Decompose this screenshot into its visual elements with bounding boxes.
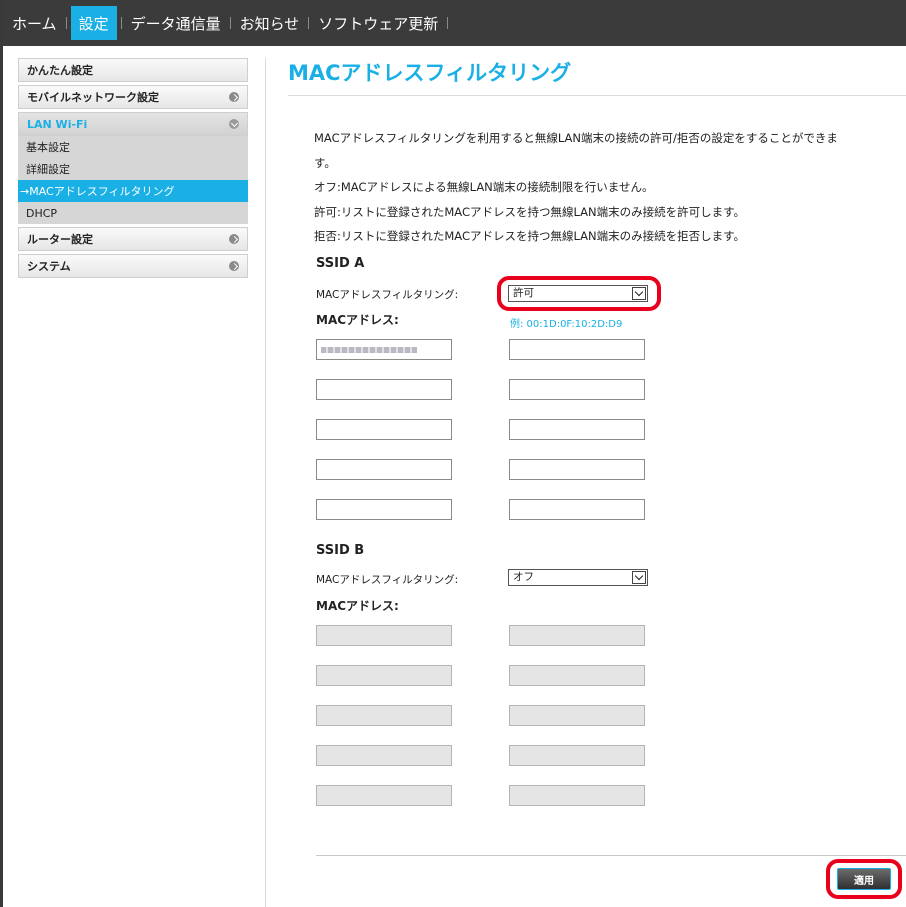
sidebar-divider	[265, 58, 266, 907]
ssid-a-mac-field[interactable]	[509, 339, 645, 360]
ssid-a-mac-field[interactable]	[316, 419, 452, 440]
ssid-a-mac-field[interactable]	[509, 459, 645, 480]
main-content: MACアドレスフィルタリング	[288, 58, 898, 88]
sidebar-item-label: モバイルネットワーク設定	[27, 91, 159, 104]
sidebar: かんたん設定 モバイルネットワーク設定 LAN Wi-Fi 基本設定 詳細設定 …	[18, 58, 248, 281]
ssid-b-mac-field	[509, 785, 645, 806]
ssid-b-mac-label: MACアドレス:	[316, 599, 399, 613]
mac-example-hint: 例: 00:1D:0F:10:2D:D9	[510, 319, 623, 330]
chevron-down-icon	[632, 571, 646, 584]
page-title: MACアドレスフィルタリング	[288, 61, 572, 85]
ssid-b-filter-select[interactable]: オフ	[508, 569, 648, 586]
sidebar-subitem-basic[interactable]: 基本設定	[18, 136, 248, 158]
sidebar-subitem-dhcp[interactable]: DHCP	[18, 202, 248, 224]
ssid-a-mac-label: MACアドレス:	[316, 313, 399, 327]
chevron-right-icon	[229, 92, 239, 102]
ssid-b-mac-field	[316, 665, 452, 686]
select-value: オフ	[513, 571, 534, 583]
sidebar-subitem-detail[interactable]: 詳細設定	[18, 158, 248, 180]
select-value: 許可	[513, 287, 534, 299]
ssid-b-mac-field	[316, 785, 452, 806]
description-line: 許可:リストに登録されたMACアドレスを持つ無線LAN端末のみ接続を許可します。	[314, 204, 745, 219]
nav-home[interactable]: ホーム	[3, 6, 66, 40]
ssid-a-filter-select[interactable]: 許可	[508, 285, 648, 302]
ssid-b-mac-field	[509, 665, 645, 686]
sidebar-group-lan-wifi: LAN Wi-Fi 基本設定 詳細設定 →MACアドレスフィルタリング DHCP	[18, 112, 248, 224]
chevron-down-icon	[229, 119, 239, 129]
ssid-a-mac-field[interactable]	[316, 339, 452, 360]
nav-notices[interactable]: お知らせ	[231, 6, 309, 40]
sidebar-item-router[interactable]: ルーター設定	[18, 227, 248, 251]
description-line: オフ:MACアドレスによる無線LAN端末の接続制限を行いません。	[314, 180, 654, 194]
sidebar-item-label: LAN Wi-Fi	[27, 117, 88, 131]
ssid-b-title: SSID B	[316, 543, 365, 558]
chevron-right-icon	[229, 261, 239, 271]
sidebar-item-label: かんたん設定	[27, 64, 93, 77]
ssid-a-mac-field[interactable]	[509, 379, 645, 400]
window-frame	[0, 0, 3, 907]
ssid-a-mac-field[interactable]	[316, 459, 452, 480]
sidebar-item-mobile-network[interactable]: モバイルネットワーク設定	[18, 85, 248, 109]
description: MACアドレスフィルタリングを利用すると無線LAN端末の接続の許可/拒否の設定を…	[314, 126, 894, 249]
description-line: 拒否:リストに登録されたMACアドレスを持つ無線LAN端末のみ接続を拒否します。	[314, 229, 745, 243]
nav-data-usage[interactable]: データ通信量	[122, 6, 230, 40]
ssid-a-mac-field[interactable]	[509, 499, 645, 520]
ssid-b-mac-field	[509, 705, 645, 726]
nav-settings[interactable]: 設定	[70, 6, 117, 40]
nav-separator	[447, 17, 449, 29]
sidebar-item-system[interactable]: システム	[18, 254, 248, 278]
ssid-b-mac-field	[316, 705, 452, 726]
chevron-right-icon	[229, 234, 239, 244]
nav-software-update[interactable]: ソフトウェア更新	[309, 6, 447, 40]
ssid-a-mac-field[interactable]	[316, 499, 452, 520]
apply-button[interactable]: 適用	[837, 868, 891, 890]
nav-separator	[65, 17, 67, 29]
ssid-a-mac-field[interactable]	[316, 379, 452, 400]
sidebar-item-label: システム	[27, 260, 71, 273]
chevron-down-icon	[632, 287, 646, 300]
ssid-b-mac-field	[316, 625, 452, 646]
sidebar-item-quick-setup[interactable]: かんたん設定	[18, 58, 248, 82]
ssid-b-mac-field	[509, 745, 645, 766]
ssid-b-mac-field	[509, 625, 645, 646]
ssid-b-filter-label: MACアドレスフィルタリング:	[316, 574, 459, 586]
sidebar-item-label: ルーター設定	[27, 233, 93, 246]
title-divider	[288, 95, 906, 96]
description-line: MACアドレスフィルタリングを利用すると無線LAN端末の接続の許可/拒否の設定を…	[314, 131, 838, 145]
top-nav: ホーム 設定 データ通信量 お知らせ ソフトウェア更新	[3, 0, 906, 46]
footer-divider	[316, 855, 906, 856]
sidebar-item-lan-wifi[interactable]: LAN Wi-Fi	[18, 112, 248, 136]
ssid-a-mac-field[interactable]	[509, 419, 645, 440]
ssid-b-mac-field	[316, 745, 452, 766]
sidebar-subitem-mac-filter[interactable]: →MACアドレスフィルタリング	[18, 180, 248, 202]
description-line: す。	[314, 155, 336, 170]
ssid-a-filter-label: MACアドレスフィルタリング:	[316, 289, 459, 301]
ssid-a-title: SSID A	[316, 256, 365, 271]
